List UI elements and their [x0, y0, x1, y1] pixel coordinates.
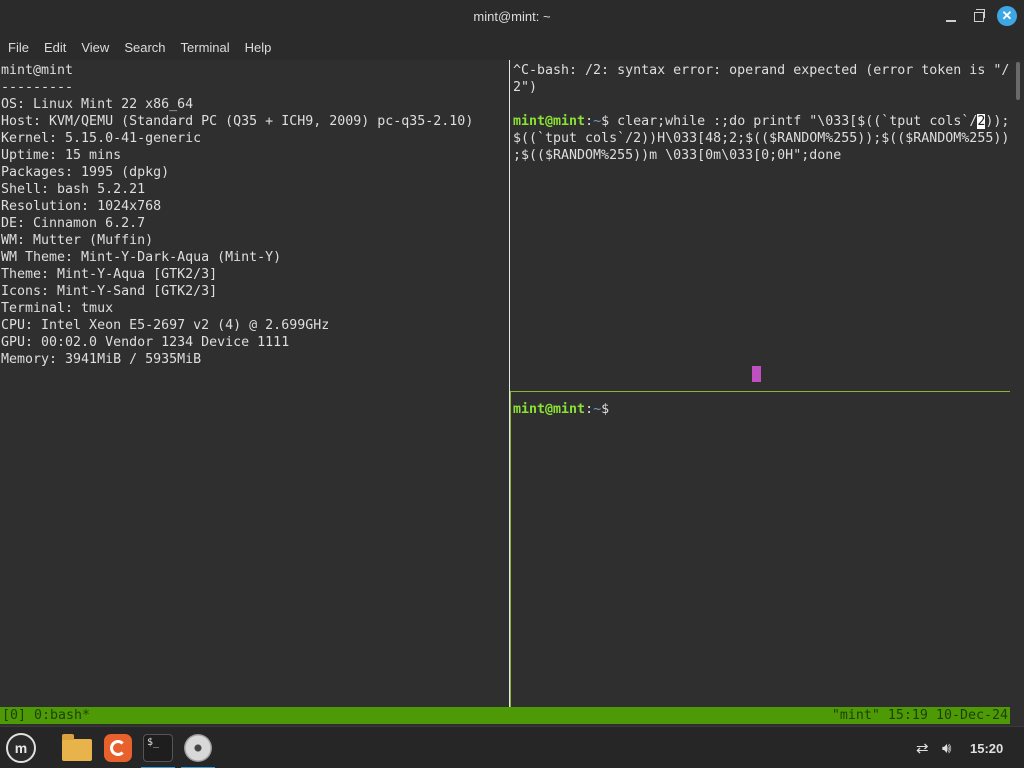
command-line: mint@mint:~$ [513, 401, 1010, 418]
prompt-separator: : [585, 114, 594, 129]
prompt-sign: $ [601, 114, 618, 129]
output-line: DE: Cinnamon 6.2.7 [1, 216, 146, 231]
tmux-window-list[interactable]: [0] 0:bash* [2, 707, 90, 724]
menu-view[interactable]: View [81, 40, 109, 55]
maximize-button[interactable] [970, 8, 988, 26]
command-line-wrap: ;$(($RANDOM%255))m \033[0m\033[0;0H";don… [513, 148, 842, 163]
output-line: Icons: Mint-Y-Sand [GTK2/3] [1, 284, 218, 299]
output-line: Resolution: 1024x768 [1, 199, 162, 214]
disc-launcher[interactable] [181, 731, 215, 768]
clock[interactable]: 15:20 [970, 727, 1003, 768]
random-color-block [752, 366, 761, 382]
output-line: Uptime: 15 mins [1, 148, 122, 163]
output-line: mint@mint [1, 63, 74, 78]
mint-menu-icon: m [6, 733, 36, 763]
minimize-button[interactable] [942, 8, 960, 26]
window-title: mint@mint: ~ [473, 9, 551, 24]
disc-icon [184, 734, 212, 762]
output-line: GPU: 00:02.0 Vendor 1234 Device 1111 [1, 335, 290, 350]
prompt-user: mint@mint [513, 114, 586, 129]
tmux-pane-left[interactable]: mint@mint --------- OS: Linux Mint 22 x8… [0, 60, 509, 707]
active-pane-border [510, 392, 511, 707]
files-launcher[interactable] [60, 731, 94, 765]
mint-menu-button[interactable]: m [4, 731, 38, 765]
network-icon[interactable]: ⇄ [916, 727, 929, 768]
terminal-launcher[interactable]: $_ [141, 731, 175, 768]
command-text: )); [985, 114, 1010, 129]
output-line: Host: KVM/QEMU (Standard PC (Q35 + ICH9,… [1, 114, 474, 129]
tmux-status-right: "mint" 15:19 10-Dec-24 [831, 708, 1008, 723]
output-line: WM: Mutter (Muffin) [1, 233, 154, 248]
minimize-icon [946, 20, 956, 22]
menu-search[interactable]: Search [124, 40, 165, 55]
tmux-status-bar: [0] 0:bash* "mint" 15:19 10-Dec-24 [0, 707, 1010, 724]
title-bar: mint@mint: ~ ✕ [0, 0, 1024, 34]
terminal-icon: $_ [143, 734, 173, 762]
output-line: Terminal: tmux [1, 301, 114, 316]
tmux-pane-right-top[interactable]: ^C-bash: /2: syntax error: operand expec… [510, 60, 1010, 391]
scrollbar[interactable] [1012, 60, 1024, 707]
prompt-dir: ~ [593, 402, 602, 417]
prompt-user: mint@mint [513, 402, 586, 417]
close-button[interactable]: ✕ [997, 6, 1017, 26]
terminal-area[interactable]: mint@mint --------- OS: Linux Mint 22 x8… [0, 60, 1024, 726]
command-line: mint@mint:~$ clear;while :;do printf "\0… [513, 113, 1010, 130]
error-line: 2") [513, 80, 538, 95]
output-line: CPU: Intel Xeon E5-2697 v2 (4) @ 2.699GH… [1, 318, 330, 333]
restore-icon [974, 9, 985, 22]
output-line: Theme: Mint-Y-Aqua [GTK2/3] [1, 267, 218, 282]
prompt-separator: : [585, 402, 594, 417]
menu-file[interactable]: File [8, 40, 29, 55]
taskbar: m $_ ⇄ 🔊︎ 15:20 [0, 726, 1024, 768]
prompt-sign: $ [601, 402, 610, 417]
menu-terminal[interactable]: Terminal [181, 40, 230, 55]
error-line: ^C-bash: /2: syntax error: operand expec… [513, 63, 1010, 78]
menu-help[interactable]: Help [245, 40, 272, 55]
tmux-pane-right-bottom[interactable]: mint@mint:~$ [510, 392, 1010, 707]
files-icon [62, 734, 92, 761]
output-line: OS: Linux Mint 22 x86_64 [1, 97, 194, 112]
menu-edit[interactable]: Edit [44, 40, 66, 55]
output-line: --------- [1, 80, 74, 95]
output-line: Packages: 1995 (dpkg) [1, 165, 170, 180]
output-line: Kernel: 5.15.0-41-generic [1, 131, 202, 146]
command-line-wrap: $((`tput cols`/2))H\033[48;2;$(($RANDOM%… [513, 131, 1010, 146]
menu-bar: File Edit View Search Terminal Help [0, 34, 1024, 60]
prompt-dir: ~ [593, 114, 602, 129]
volume-icon[interactable]: 🔊︎ [942, 727, 951, 768]
scrollbar-thumb[interactable] [1016, 62, 1020, 100]
close-icon: ✕ [1001, 8, 1013, 23]
firefox-launcher[interactable] [101, 731, 135, 765]
firefox-icon [104, 734, 132, 762]
output-line: Shell: bash 5.2.21 [1, 182, 146, 197]
command-text: clear;while :;do printf "\033[$((`tput c… [617, 114, 978, 129]
output-line: Memory: 3941MiB / 5935MiB [1, 352, 202, 367]
output-line: WM Theme: Mint-Y-Dark-Aqua (Mint-Y) [1, 250, 282, 265]
